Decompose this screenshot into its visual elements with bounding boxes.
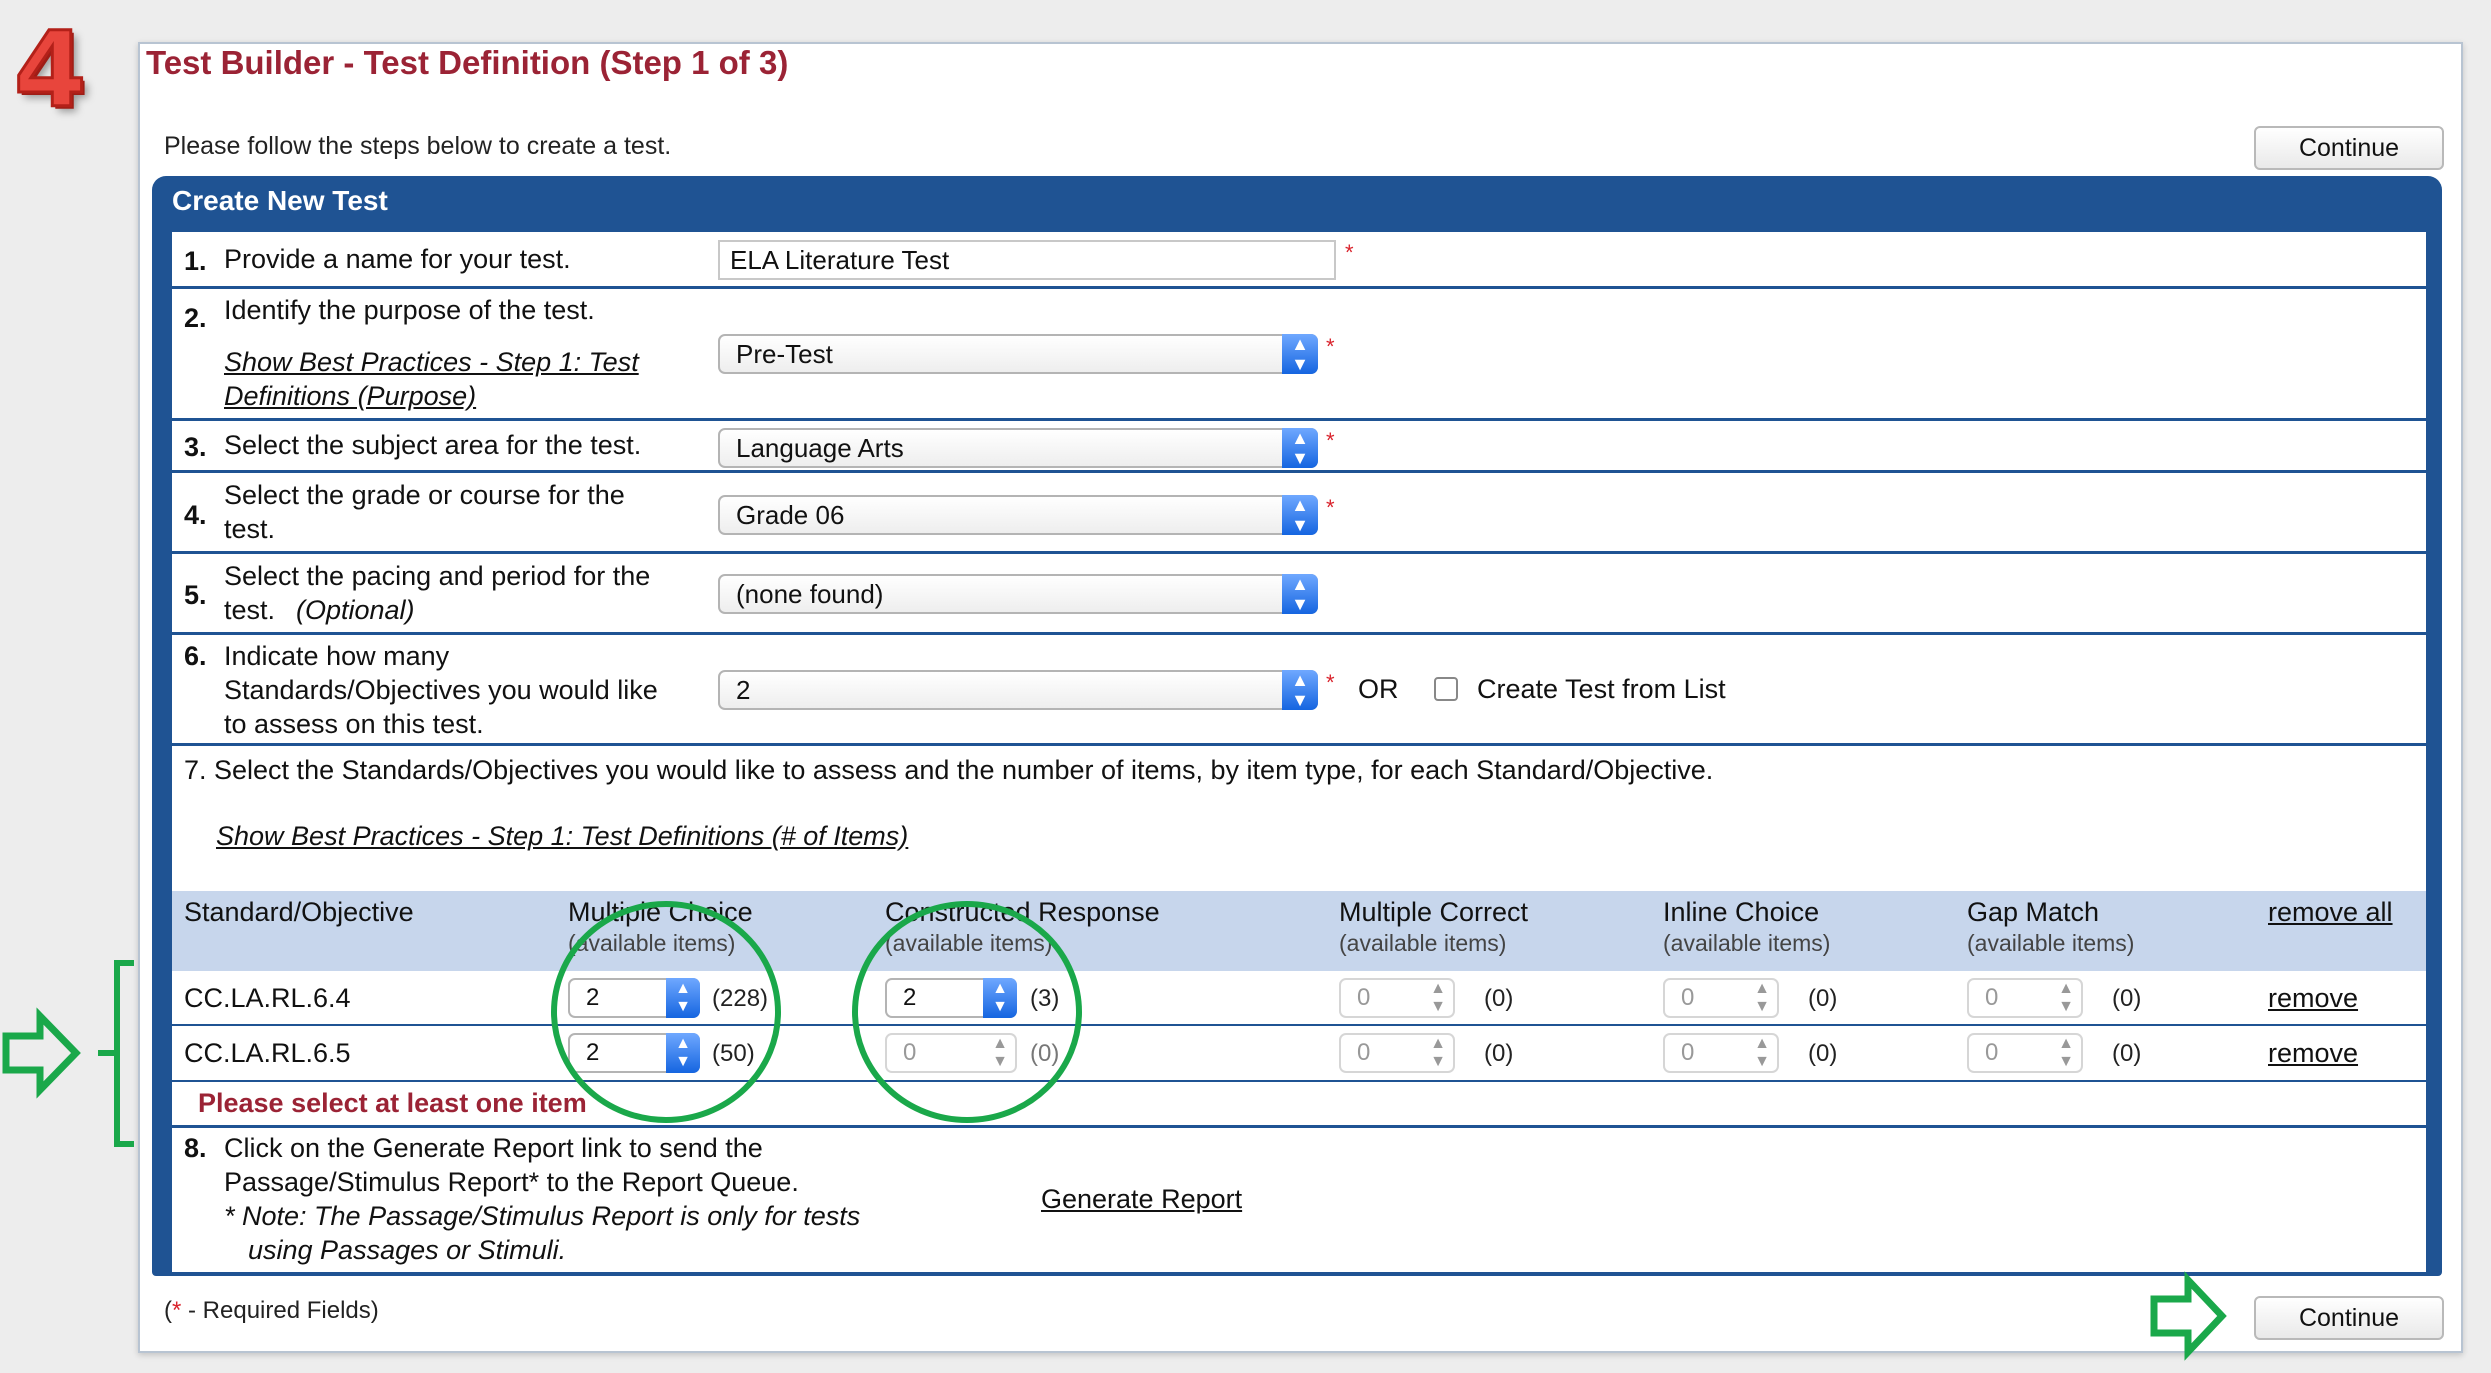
- arrow-right-icon: [2, 1007, 81, 1099]
- arrow-right-icon: [2150, 1271, 2227, 1361]
- constructed-response-highlight-circle: [852, 901, 1082, 1123]
- rows-bracket: [114, 960, 134, 1147]
- annotation-overlay: [2, 901, 2227, 1361]
- multiple-choice-highlight-circle: [551, 901, 781, 1123]
